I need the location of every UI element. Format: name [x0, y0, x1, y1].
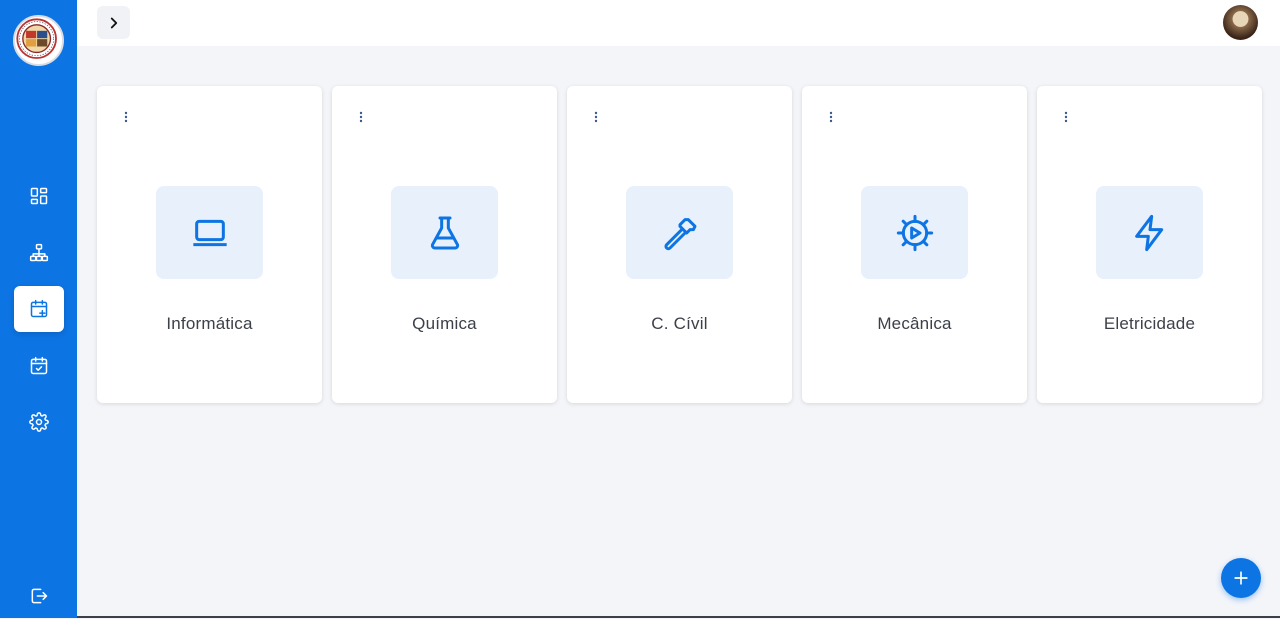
card-icon-box	[861, 186, 968, 279]
more-options-icon[interactable]	[1058, 109, 1074, 125]
institution-logo	[13, 15, 64, 66]
card-label: Química	[412, 314, 477, 333]
dashboard-icon	[30, 187, 48, 205]
calendar-check-icon	[30, 356, 48, 375]
more-options-icon[interactable]	[823, 109, 839, 125]
logout-button[interactable]	[14, 573, 64, 619]
card-icon-box	[391, 186, 498, 279]
top-bar	[77, 0, 1280, 46]
sidebar	[0, 0, 77, 618]
card-icon-box	[626, 186, 733, 279]
lightning-icon	[1134, 214, 1163, 251]
course-card-eletricidade[interactable]: Eletricidade	[1037, 86, 1262, 403]
more-options-icon[interactable]	[353, 109, 369, 125]
card-label: C. Cívil	[651, 314, 708, 333]
flask-icon	[430, 216, 459, 249]
add-button[interactable]	[1221, 558, 1261, 598]
course-card-grid: Informática Química C. Cívil Mecânica El…	[97, 86, 1262, 403]
logout-icon	[31, 588, 48, 604]
sitemap-icon	[29, 243, 49, 262]
hammer-icon	[664, 217, 696, 250]
sidebar-item-settings[interactable]	[14, 399, 64, 445]
more-options-icon[interactable]	[588, 109, 604, 125]
card-label: Eletricidade	[1103, 314, 1196, 333]
course-card-civil[interactable]: C. Cívil	[567, 86, 792, 403]
card-icon-box	[156, 186, 263, 279]
course-card-quimica[interactable]: Química	[332, 86, 557, 403]
user-avatar[interactable]	[1223, 5, 1258, 40]
plus-icon	[1234, 571, 1248, 585]
sidebar-item-dashboard[interactable]	[14, 173, 64, 219]
gear-play-icon	[896, 214, 933, 251]
course-card-informatica[interactable]: Informática	[97, 86, 322, 403]
calendar-plus-icon	[30, 299, 48, 318]
card-label: Mecânica	[877, 314, 952, 333]
chevron-right-icon	[110, 17, 117, 28]
gear-icon	[29, 412, 49, 432]
laptop-icon	[192, 219, 227, 246]
card-icon-box	[1096, 186, 1203, 279]
sidebar-item-schedule-check[interactable]	[14, 343, 64, 389]
sidebar-item-schedule-add[interactable]	[14, 286, 64, 332]
card-label: Informática	[166, 314, 253, 333]
sidebar-toggle-button[interactable]	[97, 6, 130, 39]
course-card-mecanica[interactable]: Mecânica	[802, 86, 1027, 403]
more-options-icon[interactable]	[118, 109, 134, 125]
sidebar-item-structure[interactable]	[14, 230, 64, 276]
